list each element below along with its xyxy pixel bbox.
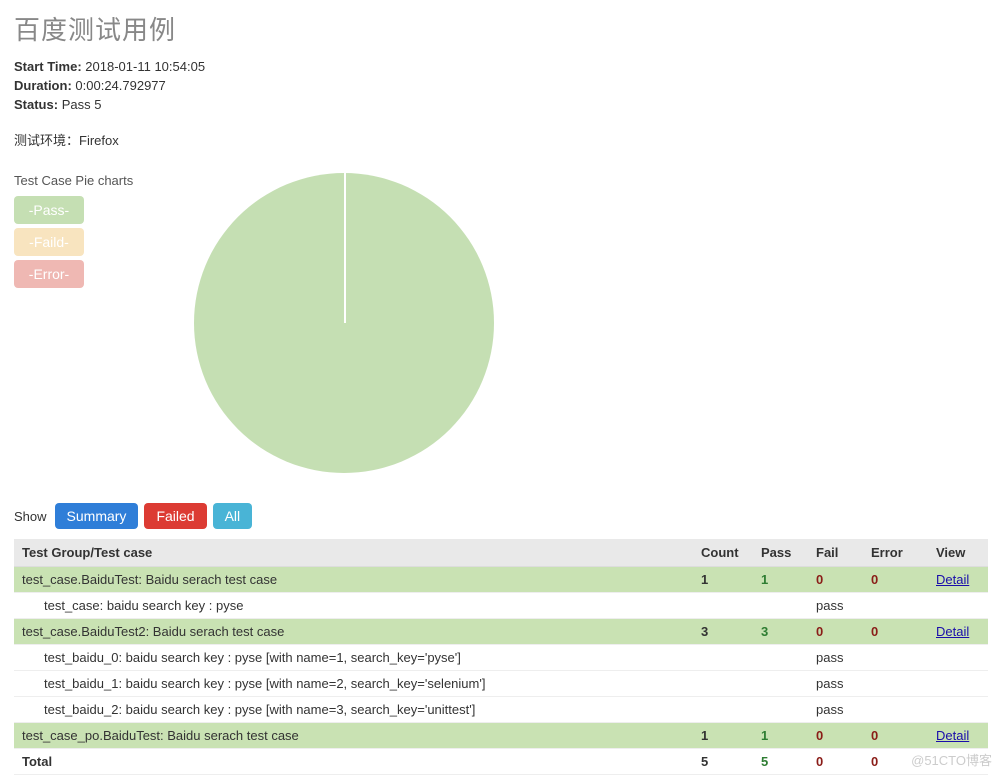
group-row: test_case.BaiduTest: Baidu serach test c… bbox=[14, 567, 988, 593]
group-name: test_case_po.BaiduTest: Baidu serach tes… bbox=[14, 723, 693, 749]
case-status: pass bbox=[808, 593, 863, 619]
status-label: Status: bbox=[14, 97, 58, 112]
group-fail: 0 bbox=[808, 723, 863, 749]
group-row: test_case.BaiduTest2: Baidu serach test … bbox=[14, 619, 988, 645]
group-fail: 0 bbox=[808, 567, 863, 593]
meta-block: Start Time: 2018-01-11 10:54:05 Duration… bbox=[14, 59, 988, 112]
case-name: test_baidu_2: baidu search key : pyse [w… bbox=[14, 697, 693, 723]
watermark: @51CTO博客 bbox=[911, 750, 992, 769]
group-view: Detail bbox=[928, 619, 988, 645]
chart-title: Test Case Pie charts bbox=[14, 173, 988, 188]
group-view: Detail bbox=[928, 723, 988, 749]
group-count: 1 bbox=[693, 723, 753, 749]
group-pass: 3 bbox=[753, 619, 808, 645]
show-label: Show bbox=[14, 509, 47, 524]
detail-link[interactable]: Detail bbox=[936, 572, 969, 587]
duration-label: Duration: bbox=[14, 78, 72, 93]
summary-button[interactable]: Summary bbox=[55, 503, 139, 529]
start-time-value: 2018-01-11 10:54:05 bbox=[85, 59, 205, 74]
case-status: pass bbox=[808, 671, 863, 697]
case-status: pass bbox=[808, 645, 863, 671]
case-status: pass bbox=[808, 697, 863, 723]
detail-link[interactable]: Detail bbox=[936, 728, 969, 743]
header-view: View bbox=[928, 539, 988, 567]
group-pass: 1 bbox=[753, 723, 808, 749]
group-error: 0 bbox=[863, 567, 928, 593]
case-row: test_baidu_2: baidu search key : pyse [w… bbox=[14, 697, 988, 723]
legend-faild: -Faild- bbox=[14, 228, 84, 256]
chart-legend: -Pass- -Faild- -Error- bbox=[14, 196, 84, 292]
pie-chart bbox=[194, 173, 494, 473]
header-fail: Fail bbox=[808, 539, 863, 567]
page-title: 百度测试用例 bbox=[14, 10, 988, 47]
group-count: 1 bbox=[693, 567, 753, 593]
header-name: Test Group/Test case bbox=[14, 539, 693, 567]
case-row: test_baidu_1: baidu search key : pyse [w… bbox=[14, 671, 988, 697]
total-fail: 0 bbox=[808, 749, 863, 775]
legend-pass: -Pass- bbox=[14, 196, 84, 224]
group-name: test_case.BaiduTest2: Baidu serach test … bbox=[14, 619, 693, 645]
environment: 测试环境：Firefox bbox=[14, 130, 988, 149]
group-row: test_case_po.BaiduTest: Baidu serach tes… bbox=[14, 723, 988, 749]
detail-link[interactable]: Detail bbox=[936, 624, 969, 639]
case-row: test_case: baidu search key : pyse pass bbox=[14, 593, 988, 619]
total-label: Total bbox=[14, 749, 693, 775]
status-value: Pass 5 bbox=[62, 97, 102, 112]
all-button[interactable]: All bbox=[213, 503, 253, 529]
results-table: Test Group/Test case Count Pass Fail Err… bbox=[14, 539, 988, 775]
start-time-label: Start Time: bbox=[14, 59, 82, 74]
group-count: 3 bbox=[693, 619, 753, 645]
header-error: Error bbox=[863, 539, 928, 567]
case-name: test_baidu_0: baidu search key : pyse [w… bbox=[14, 645, 693, 671]
group-fail: 0 bbox=[808, 619, 863, 645]
group-name: test_case.BaiduTest: Baidu serach test c… bbox=[14, 567, 693, 593]
header-pass: Pass bbox=[753, 539, 808, 567]
duration-value: 0:00:24.792977 bbox=[75, 78, 165, 93]
group-error: 0 bbox=[863, 723, 928, 749]
group-error: 0 bbox=[863, 619, 928, 645]
failed-button[interactable]: Failed bbox=[144, 503, 206, 529]
case-name: test_baidu_1: baidu search key : pyse [w… bbox=[14, 671, 693, 697]
header-count: Count bbox=[693, 539, 753, 567]
total-pass: 5 bbox=[753, 749, 808, 775]
group-pass: 1 bbox=[753, 567, 808, 593]
group-view: Detail bbox=[928, 567, 988, 593]
case-name: test_case: baidu search key : pyse bbox=[14, 593, 693, 619]
total-row: Total5500 bbox=[14, 749, 988, 775]
legend-error: -Error- bbox=[14, 260, 84, 288]
case-row: test_baidu_0: baidu search key : pyse [w… bbox=[14, 645, 988, 671]
total-count: 5 bbox=[693, 749, 753, 775]
